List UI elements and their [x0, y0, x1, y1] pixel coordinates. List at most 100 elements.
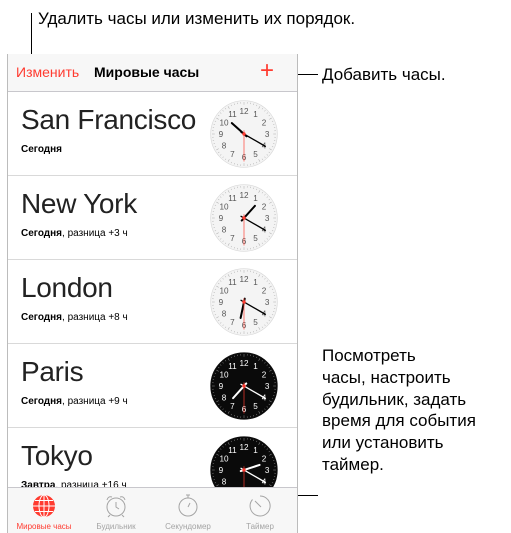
alarm-icon — [106, 496, 126, 518]
clock-number: 12 — [239, 443, 249, 452]
clock-number: 3 — [265, 466, 270, 475]
time-difference: Сегодня — [21, 144, 62, 155]
clock-number: 2 — [262, 287, 267, 296]
clock-number: 5 — [253, 234, 258, 243]
tab-label: Мировые часы — [16, 522, 72, 531]
clock-hub — [242, 468, 246, 472]
city-name: New York — [21, 188, 137, 219]
clock-number: 3 — [265, 130, 270, 139]
clock-number: 10 — [219, 455, 229, 464]
clock-number: 10 — [219, 203, 229, 212]
tab-label: Таймер — [246, 522, 274, 531]
clock-number: 11 — [228, 278, 237, 287]
clock-number: 10 — [219, 371, 229, 380]
tab-world-clock[interactable]: Мировые часы — [8, 488, 80, 533]
day-label: Сегодня — [21, 396, 63, 407]
clock-hub — [242, 300, 246, 304]
clock-row[interactable]: San FranciscoСегодня121234567891011 — [8, 92, 297, 176]
callout-edit-line — [31, 13, 32, 59]
clock-number: 8 — [222, 394, 227, 403]
clock-number: 8 — [222, 226, 227, 235]
day-label: Сегодня — [21, 144, 63, 155]
tab-stopwatch[interactable]: Секундомер — [152, 488, 224, 533]
time-difference: Сегодня, разница +9 ч — [21, 396, 128, 407]
clock-number: 1 — [253, 362, 258, 371]
clock-number: 1 — [253, 110, 258, 119]
clock-number: 5 — [253, 150, 258, 159]
clock-number: 7 — [230, 318, 235, 327]
callout-tabs-line-3: будильник, задать — [322, 389, 467, 409]
page-title: Мировые часы — [94, 64, 200, 80]
city-name: London — [21, 272, 113, 303]
clock-number: 3 — [265, 382, 270, 391]
city-name: Paris — [21, 356, 84, 387]
analog-clock: 121234567891011 — [210, 352, 278, 420]
callout-edit: Удалить часы или изменить их порядок. — [38, 9, 356, 28]
analog-clock: 121234567891011 — [210, 184, 278, 252]
clock-number: 7 — [230, 150, 235, 159]
clock-number: 1 — [253, 194, 258, 203]
clock-number: 1 — [253, 278, 258, 287]
analog-clock: 121234567891011 — [210, 268, 278, 336]
tab-label: Будильник — [96, 522, 136, 531]
callout-tabs-line-4: время для события — [322, 411, 476, 431]
clock-number: 8 — [222, 310, 227, 319]
navigation-bar: Изменить Мировые часы + — [8, 54, 297, 92]
callout-add: Добавить часы. — [322, 65, 446, 84]
difference-label: , разница +3 ч — [62, 228, 128, 239]
clock-number: 9 — [219, 466, 224, 475]
clock-number: 9 — [219, 130, 224, 139]
clock-row[interactable]: LondonСегодня, разница +8 ч1212345678910… — [8, 260, 297, 344]
callout-tabs: Посмотреть часы, настроить будильник, за… — [322, 345, 476, 476]
clock-number: 5 — [253, 318, 258, 327]
clock-number: 12 — [239, 107, 249, 116]
clock-number: 9 — [219, 298, 224, 307]
clock-number: 9 — [219, 214, 224, 223]
callout-tabs-line-6: таймер. — [322, 454, 384, 474]
clock-number: 11 — [228, 110, 237, 119]
add-clock-button[interactable]: + — [260, 57, 274, 85]
tab-alarm[interactable]: Будильник — [80, 488, 152, 533]
clock-number: 12 — [239, 275, 249, 284]
clock-hub — [242, 132, 246, 136]
clock-number: 11 — [228, 362, 237, 371]
globe-icon — [33, 494, 55, 518]
clock-number: 5 — [253, 402, 258, 411]
clock-number: 11 — [228, 194, 237, 203]
difference-label: , разница +8 ч — [62, 312, 128, 323]
time-difference: Сегодня, разница +8 ч — [21, 312, 128, 323]
day-label: Сегодня — [21, 228, 63, 239]
clock-number: 7 — [230, 234, 235, 243]
city-name: Tokyo — [21, 440, 93, 471]
clock-row[interactable]: New YorkСегодня, разница +3 ч12123456789… — [8, 176, 297, 260]
time-difference: Сегодня, разница +3 ч — [21, 228, 128, 239]
callout-tabs-line-5: или установить — [322, 433, 444, 452]
clock-number: 9 — [219, 382, 224, 391]
clock-number: 1 — [253, 446, 258, 455]
clock-hub — [242, 384, 246, 388]
clock-number: 2 — [262, 119, 267, 128]
clock-number: 12 — [239, 359, 249, 368]
world-clock-screen: Изменить Мировые часы + San Francisco Сег… — [7, 54, 298, 533]
clock-number: 2 — [262, 455, 267, 464]
stopwatch-icon — [178, 494, 198, 517]
clock-number: 11 — [228, 446, 237, 455]
clock-hub — [242, 216, 246, 220]
clock-number: 3 — [265, 214, 270, 223]
clock-number: 12 — [239, 191, 249, 200]
day-label: Сегодня — [21, 312, 63, 323]
edit-button[interactable]: Изменить — [16, 64, 79, 80]
clock-number: 8 — [222, 478, 227, 487]
clock-number: 10 — [219, 287, 229, 296]
clock-number: 2 — [262, 371, 267, 380]
tab-timer[interactable]: Таймер — [224, 488, 296, 533]
callout-tabs-line-2: часы, настроить — [322, 367, 451, 387]
tab-label: Секундомер — [165, 522, 211, 531]
difference-label: , разница +9 ч — [62, 396, 128, 407]
analog-clock: 121234567891011 — [210, 100, 278, 168]
clock-number: 10 — [219, 119, 229, 128]
timer-icon — [249, 495, 271, 517]
clock-number: 8 — [222, 142, 227, 151]
clock-row[interactable]: ParisСегодня, разница +9 ч12123456789101… — [8, 344, 297, 428]
city-name: San Francisco — [21, 104, 197, 135]
